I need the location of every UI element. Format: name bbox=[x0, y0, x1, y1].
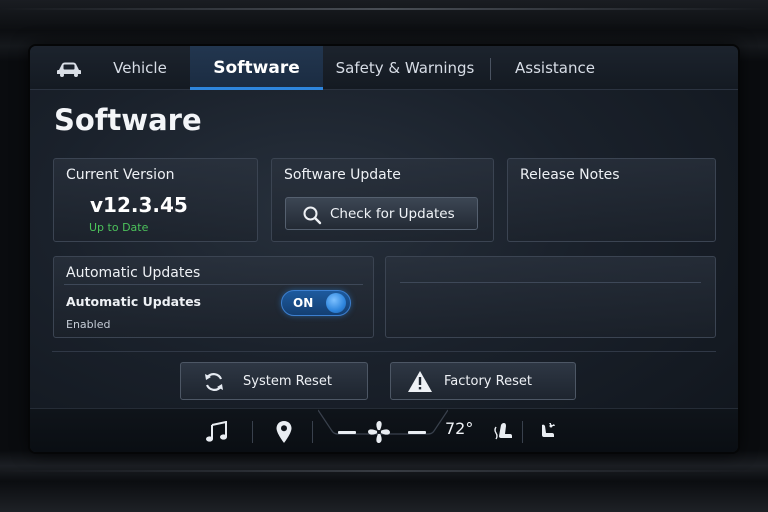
factory-reset-label: Factory Reset bbox=[444, 374, 532, 389]
current-version-title: Current Version bbox=[66, 167, 175, 183]
system-reset-button[interactable]: System Reset bbox=[180, 362, 368, 400]
search-icon bbox=[303, 206, 322, 225]
tab-divider bbox=[490, 58, 491, 80]
warning-icon bbox=[408, 371, 432, 392]
tab-software[interactable]: Software bbox=[190, 46, 323, 90]
bar-divider bbox=[252, 421, 253, 443]
bar-divider bbox=[312, 421, 313, 443]
software-update-card: Software Update Check for Updates bbox=[271, 158, 494, 242]
software-update-title: Software Update bbox=[284, 167, 401, 183]
refresh-icon bbox=[205, 373, 223, 391]
fan-increase-button[interactable] bbox=[408, 431, 426, 434]
current-version-card: Current Version v12.3.45 Up to Date bbox=[53, 158, 258, 242]
divider bbox=[64, 284, 363, 285]
music-icon[interactable] bbox=[204, 421, 230, 443]
version-status: Up to Date bbox=[89, 221, 149, 234]
automatic-updates-title: Automatic Updates bbox=[66, 265, 201, 281]
system-reset-label: System Reset bbox=[243, 374, 332, 389]
version-number: v12.3.45 bbox=[90, 193, 188, 217]
tab-safety-warnings[interactable]: Safety & Warnings bbox=[330, 46, 480, 90]
tab-vehicle[interactable]: Vehicle bbox=[92, 46, 188, 90]
release-notes-title: Release Notes bbox=[520, 167, 620, 183]
release-notes-card[interactable]: Release Notes bbox=[507, 158, 716, 242]
car-icon[interactable] bbox=[56, 61, 82, 77]
automatic-updates-toggle[interactable]: ON bbox=[281, 290, 351, 316]
seat-fan-icon[interactable] bbox=[538, 422, 556, 442]
infotainment-screen: Vehicle Software Safety & Warnings Assis… bbox=[30, 46, 738, 452]
automatic-updates-label: Automatic Updates bbox=[66, 294, 201, 309]
check-for-updates-button[interactable]: Check for Updates bbox=[285, 197, 478, 230]
section-divider bbox=[52, 351, 716, 352]
empty-panel bbox=[385, 256, 716, 338]
factory-reset-button[interactable]: Factory Reset bbox=[390, 362, 576, 400]
tab-assistance[interactable]: Assistance bbox=[500, 46, 610, 90]
temperature-readout[interactable]: 72° bbox=[445, 419, 473, 438]
location-pin-icon[interactable] bbox=[275, 420, 293, 444]
automatic-updates-state: Enabled bbox=[66, 318, 111, 331]
automatic-updates-card: Automatic Updates Automatic Updates Enab… bbox=[53, 256, 374, 338]
fan-decrease-button[interactable] bbox=[338, 431, 356, 434]
toggle-label: ON bbox=[293, 296, 314, 310]
toggle-knob bbox=[326, 293, 346, 313]
divider bbox=[400, 282, 701, 283]
tab-bar: Vehicle Software Safety & Warnings Assis… bbox=[30, 46, 738, 90]
heated-seat-icon[interactable] bbox=[493, 421, 513, 443]
page-title: Software bbox=[54, 103, 202, 137]
check-for-updates-label: Check for Updates bbox=[330, 206, 455, 222]
fan-icon[interactable] bbox=[366, 419, 392, 445]
bar-divider bbox=[522, 421, 523, 443]
climate-media-bar: 72° bbox=[30, 408, 738, 452]
